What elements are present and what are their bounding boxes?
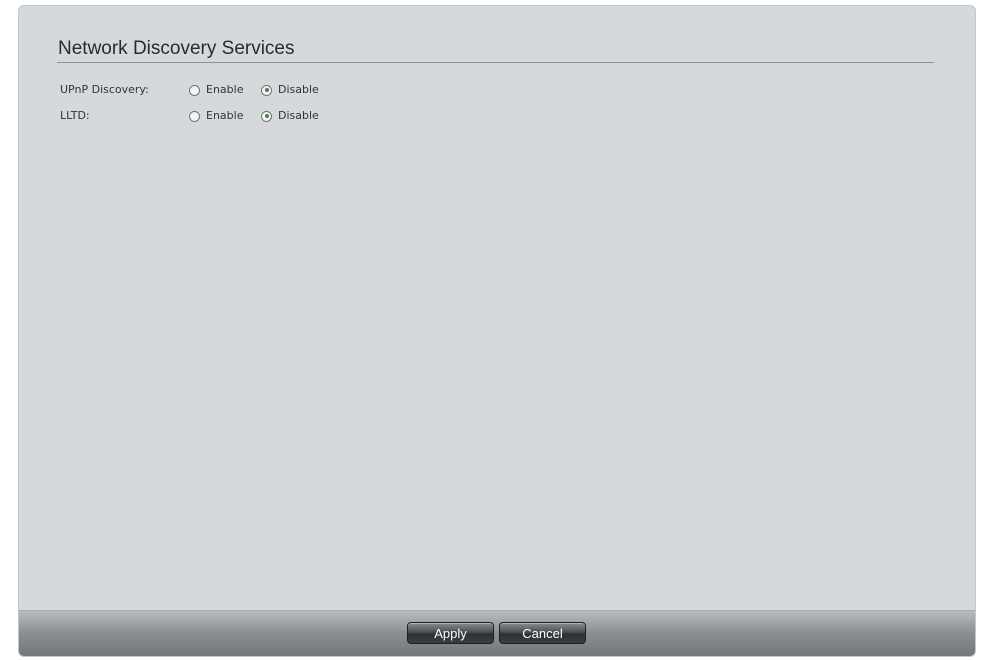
upnp-discovery-label: UPnP Discovery: [60, 83, 149, 96]
footer-bar: Apply Cancel [19, 610, 975, 656]
section-title: Network Discovery Services [58, 38, 295, 59]
settings-panel: Network Discovery Services UPnP Discover… [18, 5, 976, 657]
upnp-disable-radio[interactable] [261, 84, 272, 96]
lltd-disable-label: Disable [278, 109, 319, 122]
title-divider [57, 62, 934, 63]
apply-button[interactable]: Apply [407, 622, 494, 644]
lltd-disable-option[interactable]: Disable [261, 108, 319, 124]
upnp-enable-option[interactable]: Enable [189, 82, 243, 98]
upnp-enable-label: Enable [206, 83, 244, 96]
upnp-enable-radio[interactable] [189, 84, 200, 96]
lltd-disable-radio[interactable] [261, 110, 272, 122]
upnp-disable-label: Disable [278, 83, 319, 96]
cancel-button[interactable]: Cancel [499, 622, 586, 644]
lltd-enable-option[interactable]: Enable [189, 108, 243, 124]
lltd-enable-label: Enable [206, 109, 244, 122]
upnp-disable-option[interactable]: Disable [261, 82, 319, 98]
lltd-enable-radio[interactable] [189, 110, 200, 122]
lltd-label: LLTD: [60, 109, 90, 122]
